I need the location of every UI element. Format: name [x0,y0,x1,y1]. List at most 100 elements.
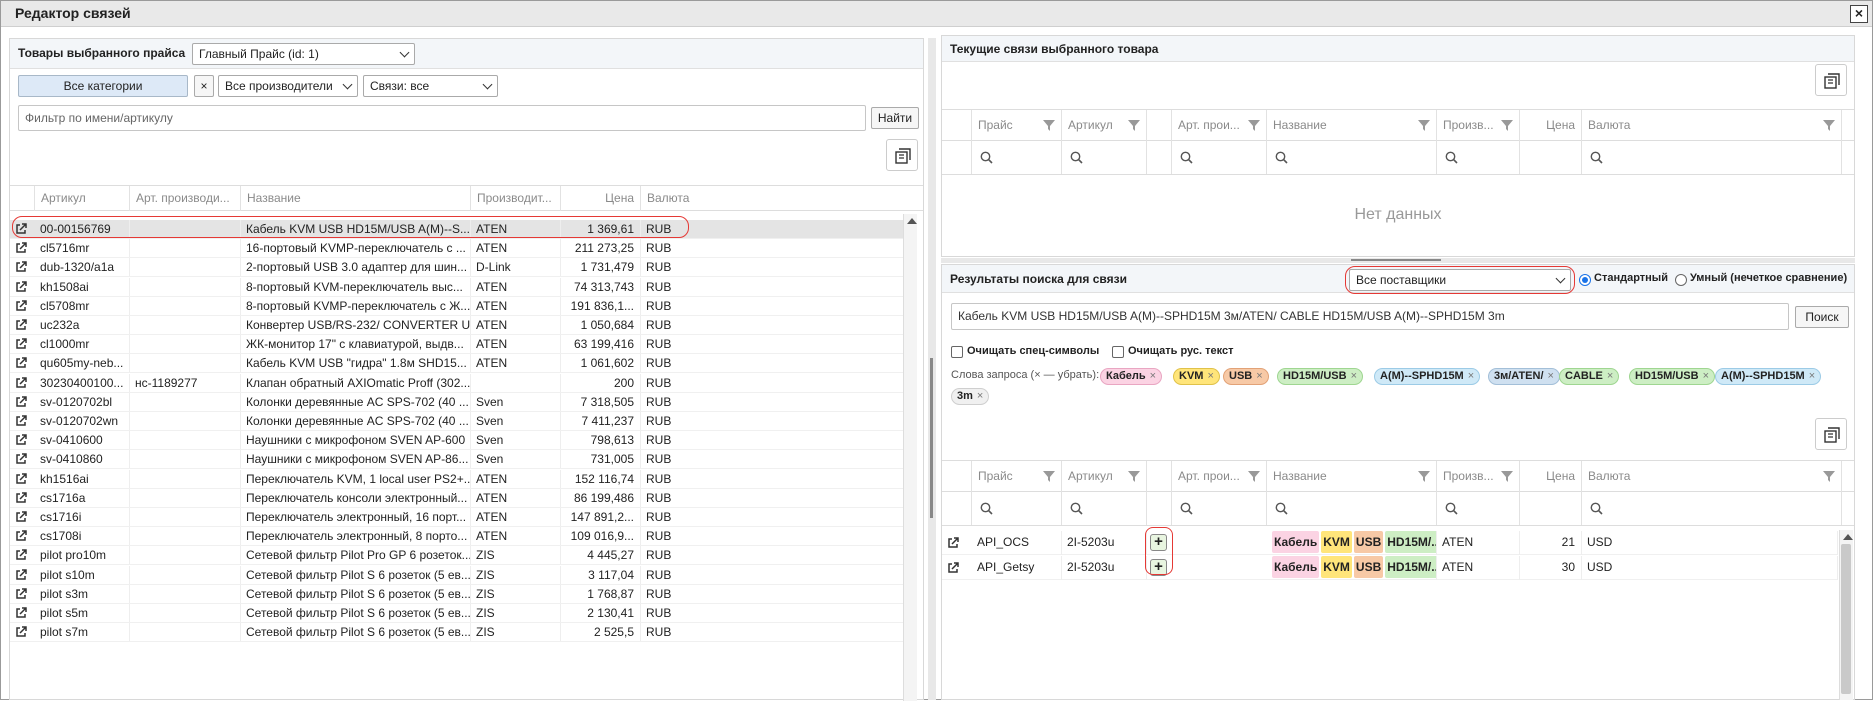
open-link-icon[interactable] [15,492,27,504]
filter-icon[interactable] [1823,471,1835,482]
table-row[interactable]: kh1516ai Переключатель KVM, 1 local user … [10,469,903,489]
filter-cell[interactable] [1582,141,1842,174]
col-header[interactable] [942,110,972,141]
filter-icon[interactable] [1248,120,1260,131]
col-header[interactable]: Артикул [35,186,130,211]
open-link-icon[interactable] [15,338,27,350]
open-link-icon[interactable] [15,530,27,542]
query-word-chip[interactable]: A(M)--SPHD15M × [1374,368,1481,385]
open-link-icon[interactable] [15,453,27,465]
filter-cell[interactable] [972,141,1062,174]
col-header[interactable]: Цена [1520,461,1582,492]
filter-icon[interactable] [1823,120,1835,131]
open-link-icon[interactable] [15,242,27,254]
table-row[interactable]: cs1716a Переключатель консоли электронный… [10,488,903,508]
filter-cell[interactable] [1437,141,1520,174]
price-select[interactable]: Главный Прайс (id: 1) [192,43,415,65]
open-link-icon[interactable] [15,396,27,408]
table-row[interactable]: pilot pro10m Сетевой фильтр Pilot Pro GP … [10,546,903,566]
mode-standard-label[interactable]: Стандартный [1594,272,1668,284]
query-word-chip[interactable]: Кабель × [1100,368,1163,385]
col-header[interactable]: Артикул [1062,461,1147,492]
col-header[interactable]: Валюта [1582,461,1842,492]
open-link-icon[interactable] [15,300,27,312]
chip-remove-icon[interactable]: × [1548,370,1554,382]
col-header[interactable]: Производит... [471,186,561,211]
query-word-chip[interactable]: CABLE × [1559,368,1620,385]
query-word-chip[interactable]: 3m × [951,388,990,405]
mode-smart-radio[interactable] [1675,274,1687,286]
col-header[interactable]: Название [1267,461,1437,492]
mode-standard-radio[interactable] [1579,274,1591,286]
table-row[interactable]: dub-1320/a1a 2-портовый USB 3.0 адаптер д… [10,258,903,278]
filter-cell[interactable] [1267,492,1437,525]
mode-smart-label[interactable]: Умный (нечеткое сравнение) [1690,272,1847,284]
table-row[interactable]: cs1716i Переключатель электронный, 16 пор… [10,508,903,527]
table-row[interactable]: sv-0410600 Наушники с микрофоном SVEN AP-… [10,431,903,451]
filter-cell[interactable] [1582,492,1842,525]
open-link-icon[interactable] [15,434,27,446]
open-link-icon[interactable] [15,549,27,561]
open-link-icon[interactable] [947,562,959,574]
search-query-input[interactable]: Кабель KVM USB HD15M/USB A(M)--SPHD15M 3… [951,303,1789,330]
filter-cell[interactable] [1147,141,1172,174]
clear-special-checkbox[interactable] [951,346,963,358]
query-word-chip[interactable]: A(M)--SPHD15M × [1715,368,1822,385]
filter-cell[interactable] [1267,141,1437,174]
close-icon[interactable]: × [1850,5,1868,23]
open-link-icon[interactable] [15,319,27,331]
col-header[interactable]: Валюта [1582,110,1842,141]
clear-special-label[interactable]: Очищать спец-символы [967,345,1099,357]
query-word-chip[interactable]: HD15M/USB × [1277,368,1364,385]
chip-remove-icon[interactable]: × [1256,370,1262,382]
table-row[interactable]: 30230400100... нс-1189277 Клапан обратный … [10,373,903,393]
name-article-filter-input[interactable]: Фильтр по имени/артикулу [18,105,866,131]
open-link-icon[interactable] [15,280,27,293]
query-word-chip[interactable]: USB × [1223,368,1269,385]
col-header[interactable]: Арт. производи... [130,186,241,211]
table-row[interactable]: sv-0120702bl Колонки деревянные AC SPS-70… [10,392,903,412]
scroll-thumb[interactable] [1841,544,1851,694]
open-link-icon[interactable] [15,511,27,523]
col-header[interactable]: Арт. прои... [1172,461,1267,492]
table-row[interactable]: cl5708mr 8-портовый KVMP-переключатель с … [10,296,903,316]
categories-button[interactable]: Все категории [18,75,188,97]
filter-cell[interactable] [1520,492,1582,525]
chip-remove-icon[interactable]: × [1607,370,1613,382]
table-row[interactable]: pilot s3m Сетевой фильтр Pilot S 6 розето… [10,584,903,604]
vertical-splitter[interactable] [928,38,936,700]
filter-cell[interactable] [1172,141,1267,174]
open-link-icon[interactable] [947,537,959,549]
products-scrollbar[interactable] [903,214,917,701]
chip-remove-icon[interactable]: × [1468,370,1474,382]
table-row[interactable]: pilot s10m Сетевой фильтр Pilot S 6 розет… [10,565,903,585]
chip-remove-icon[interactable]: × [1703,370,1709,382]
filter-icon[interactable] [1128,120,1140,131]
table-row[interactable]: pilot s5m Сетевой фильтр Pilot S 6 розето… [10,604,903,623]
open-link-icon[interactable] [15,376,27,389]
results-scrollbar[interactable] [1839,530,1853,700]
column-chooser-button[interactable] [1815,64,1847,96]
filter-cell[interactable] [1147,492,1172,525]
filter-cell[interactable] [972,492,1062,525]
table-row[interactable]: kh1508ai 8-портовый KVM-переключатель выс… [10,277,903,297]
filter-cell[interactable] [942,141,972,174]
col-header[interactable]: Название [241,186,471,211]
col-header[interactable]: Валюта [641,186,923,211]
open-link-icon[interactable] [15,588,27,600]
open-link-icon[interactable] [15,568,27,581]
links-select[interactable]: Связи: все [363,75,498,97]
scroll-up-icon[interactable] [1843,534,1853,540]
table-row[interactable]: uc232a Конвертер USB/RS-232/ CONVERTER U.… [10,316,903,335]
open-link-icon[interactable] [15,607,27,619]
query-word-chip[interactable]: 3м/ATEN/ × [1488,368,1560,385]
col-header[interactable]: Арт. прои... [1172,110,1267,141]
chip-remove-icon[interactable]: × [1351,370,1357,382]
col-header[interactable] [1147,461,1172,492]
scroll-up-icon[interactable] [907,218,917,224]
filter-cell[interactable] [942,492,972,525]
table-row[interactable]: qu605my-neb... Кабель KVM USB "гидра" 1.8… [10,354,903,374]
filter-cell[interactable] [1172,492,1267,525]
filter-icon[interactable] [1043,120,1055,131]
horizontal-splitter[interactable] [941,258,1855,263]
